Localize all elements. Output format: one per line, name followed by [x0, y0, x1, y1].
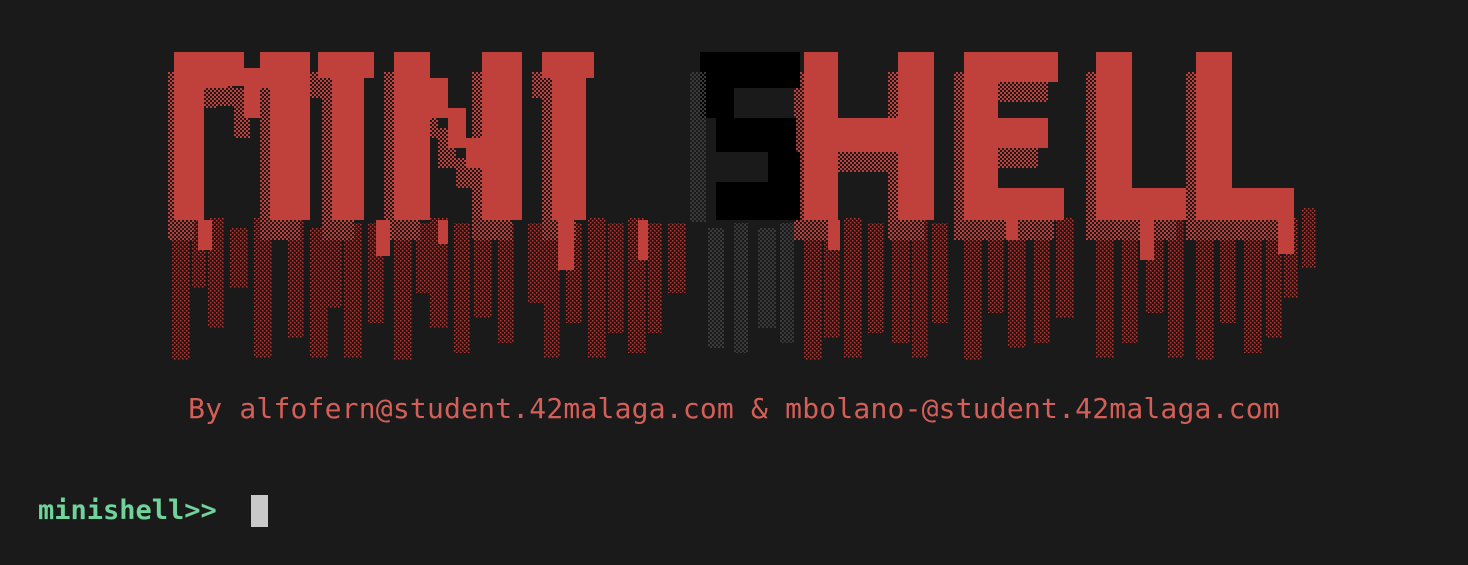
drip-13 [454, 223, 470, 353]
drip-15 [498, 223, 514, 343]
drip-41 [1220, 223, 1236, 323]
letter-n-1-block-0 [394, 52, 430, 220]
letter-n-1-block-2 [448, 108, 466, 148]
letter-m-1-block-4 [260, 52, 280, 88]
solid-drip-2 [438, 220, 448, 244]
text-cursor[interactable] [250, 495, 268, 527]
letter-m-1-block-1 [174, 88, 204, 220]
solid-drip-0 [198, 220, 212, 250]
drip-29 [912, 218, 928, 358]
drip-40 [1196, 218, 1214, 360]
drip-20 [608, 223, 624, 333]
drip-14 [474, 218, 492, 318]
solid-drip-7 [1140, 220, 1154, 260]
dollar-shadow-1 [708, 228, 724, 348]
letter-m-1-block-2 [226, 52, 244, 86]
shell-prompt: minishell>> [38, 495, 217, 526]
letter-n-1-block-1 [430, 78, 448, 118]
letter-e-block-3 [998, 188, 1064, 220]
dollar-shadow-0 [690, 72, 706, 222]
ascii-banner [168, 48, 1318, 360]
drip-37 [1122, 223, 1138, 343]
banner-art [168, 52, 1316, 360]
dollar-shadow-3 [758, 228, 776, 328]
drip-31 [964, 218, 982, 360]
drip-17 [544, 218, 560, 358]
drip-16 [528, 223, 546, 303]
drip-10 [394, 218, 412, 360]
drip-6 [310, 228, 328, 358]
dollar-sign-glyph [690, 52, 800, 353]
solid-drip-1 [376, 220, 390, 256]
dollar-block-4 [716, 182, 800, 220]
letter-h-block-1 [838, 118, 898, 152]
letter-l-2-block-1 [1232, 188, 1294, 220]
drip-24 [804, 218, 822, 360]
letter-i-2-block-0 [542, 52, 594, 78]
letter-n-1-block-4 [482, 52, 522, 220]
drip-39 [1168, 218, 1184, 358]
drip-45 [1302, 208, 1316, 268]
letter-i-2-block-1 [552, 78, 586, 220]
letter-m-1-block-6 [280, 52, 310, 88]
letter-e-block-0 [964, 52, 998, 220]
dollar-block-0 [700, 52, 800, 88]
terminal-window: By alfofern@student.42malaga.com & mbola… [0, 0, 1468, 565]
letter-l-1-block-1 [1132, 188, 1186, 220]
letter-m-1-block-0 [174, 52, 226, 88]
drip-19 [588, 218, 606, 358]
solid-drip-8 [1278, 220, 1294, 254]
dollar-block-2 [716, 118, 796, 152]
letter-m-1-block-5 [270, 88, 310, 220]
letter-n-1-block-3 [466, 138, 484, 168]
drip-27 [868, 223, 884, 333]
drip-7 [328, 218, 342, 308]
dollar-shadow-2 [734, 223, 748, 353]
dollar-block-3 [768, 152, 800, 182]
prompt-line[interactable]: minishell>> [38, 493, 268, 529]
letter-h-block-0 [804, 52, 838, 220]
drip-28 [892, 223, 910, 343]
drip-11 [416, 223, 432, 293]
solid-drip-4 [638, 220, 648, 260]
author-byline: By alfofern@student.42malaga.com & mbola… [188, 392, 1280, 425]
drip-42 [1244, 223, 1262, 353]
drip-4 [254, 218, 272, 358]
letter-l-2-block-0 [1196, 52, 1232, 220]
drip-0 [172, 218, 190, 360]
drip-5 [288, 218, 304, 338]
solid-drip-6 [1006, 220, 1018, 240]
letter-e-block-2 [998, 118, 1048, 148]
drip-8 [344, 223, 362, 358]
drip-26 [844, 218, 862, 358]
drip-36 [1096, 218, 1114, 358]
dollar-shadow-4 [780, 223, 794, 343]
letter-e-block-1 [998, 52, 1058, 82]
letter-h-block-2 [898, 52, 934, 220]
solid-drip-5 [828, 220, 840, 250]
solid-drip-3 [558, 220, 574, 270]
drip-22 [648, 223, 662, 333]
drip-34 [1034, 223, 1050, 343]
letter-i-1-block-1 [332, 78, 364, 220]
letter-l-1-block-0 [1096, 52, 1132, 220]
drip-3 [230, 228, 248, 288]
drip-23 [668, 223, 686, 293]
drip-35 [1056, 218, 1074, 318]
drip-30 [932, 223, 948, 323]
letter-m-1-block-3 [244, 68, 260, 118]
letter-i-1-block-0 [318, 52, 374, 78]
drip-32 [988, 223, 1004, 313]
